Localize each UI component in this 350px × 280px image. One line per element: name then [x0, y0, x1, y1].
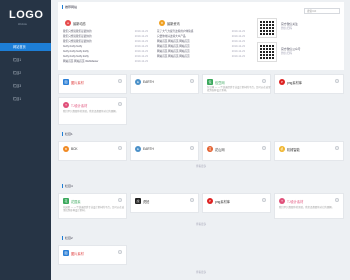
- site-card[interactable]: E EARTH ☆: [130, 141, 199, 161]
- more-link[interactable]: 查看更多: [58, 164, 344, 169]
- news-card-left: ● 最新动态 我们只想说我们是最快的 2019-12-23 我们只想说我们是最快的…: [61, 18, 149, 64]
- favorite-icon[interactable]: ☆: [262, 79, 266, 83]
- site-description: 我们不只想要你的美感，我们还想要你对它的理解。: [63, 110, 118, 113]
- sidebar-item-4[interactable]: 栏目1: [0, 95, 51, 103]
- site-icon: E: [135, 79, 141, 85]
- site-card[interactable]: P png素材库 ☆: [274, 74, 344, 94]
- site-card[interactable]: B BCK ☆: [58, 141, 127, 161]
- section-title: 推荐网站: [62, 5, 77, 9]
- site-name: EARTH: [143, 147, 154, 151]
- favorite-icon[interactable]: ☆: [262, 146, 266, 150]
- section-title: 栏目4: [62, 184, 73, 188]
- section-4: 栏目4 花 花园素 花园素 — 一个快速提供专业设计素材的平台，您可以在这里找到…: [58, 182, 344, 230]
- logo-subtitle: Website: [18, 23, 27, 26]
- site-description: 我们不只想要你的美感，我们还想要你对它的理解。: [279, 206, 334, 209]
- site-name: 图片素材: [71, 81, 84, 85]
- site-name: TJ设计素材: [287, 200, 304, 204]
- qr-sub: 微信扫码: [281, 51, 293, 55]
- favorite-icon[interactable]: ☆: [335, 79, 339, 83]
- favorite-icon[interactable]: ☆: [335, 146, 339, 150]
- more-link[interactable]: 查看更多: [58, 222, 344, 227]
- site-icon: 花: [207, 146, 213, 152]
- search-input[interactable]: 搜索Ctrl: [304, 8, 340, 14]
- site-name: 虎拍: [143, 200, 150, 204]
- site-name: 花园素: [71, 200, 81, 204]
- favorite-icon[interactable]: ☆: [118, 102, 122, 106]
- logo[interactable]: LOGO: [9, 9, 43, 21]
- sidebar: LOGO Website 网站首页 栏目1 栏目2 栏目3 栏目1: [0, 0, 51, 280]
- qr-code: [257, 42, 277, 62]
- section-title: 栏目1: [62, 132, 73, 136]
- list-item[interactable]: 网站首页.网站首页.WebMaster 2019-12-23: [63, 59, 148, 64]
- site-icon: 图: [63, 79, 69, 85]
- site-icon: 包: [207, 79, 213, 85]
- site-icon: P: [207, 198, 213, 204]
- site-icon: T: [63, 102, 69, 108]
- sidebar-item-1[interactable]: 栏目1: [0, 56, 51, 64]
- site-name: png素材库: [287, 81, 302, 85]
- site-name: 花山网: [215, 148, 225, 152]
- site-card[interactable]: E EARTH ☆: [130, 74, 199, 94]
- site-name: BCK: [71, 147, 78, 151]
- news-left-title: 最新动态: [73, 22, 86, 26]
- sidebar-item-2[interactable]: 栏目2: [0, 69, 51, 77]
- site-card[interactable]: 花 花园素 花园素 — 一个快速提供专业设计素材的平台，您可以在这里找到各种设计…: [58, 193, 127, 219]
- site-icon: 图: [63, 250, 69, 256]
- site-icon: 机: [279, 146, 285, 152]
- news-right-title: 最新资讯: [167, 22, 180, 26]
- favorite-icon[interactable]: ☆: [190, 198, 194, 202]
- site-card[interactable]: 图 图片素材 ☆: [58, 74, 127, 94]
- favorite-icon[interactable]: ☆: [118, 79, 122, 83]
- site-icon: T: [279, 198, 285, 204]
- list-item[interactable]: 网站首页,网站首页,网站首页 2019-12-23: [157, 54, 245, 59]
- site-card[interactable]: T TJ设计素材 我们不只想要你的美感，我们还想要你对它的理解。 ☆: [274, 193, 344, 219]
- site-card[interactable]: T TJ设计素材 我们不只想要你的美感，我们还想要你对它的理解。 ☆: [58, 97, 127, 125]
- favorite-icon[interactable]: ☆: [190, 146, 194, 150]
- site-icon: 花: [63, 198, 69, 204]
- sidebar-item-home[interactable]: 网站首页: [0, 43, 51, 51]
- qr-code: [257, 18, 277, 38]
- site-icon: E: [135, 146, 141, 152]
- qr-panel: 官方微信关注 微信扫码 官方微信公众号 微信扫码: [253, 18, 339, 66]
- site-card[interactable]: 包 包豆网 包豆网 — 一个快速提供专业设计素材的平台，您可以在这里找到各种设计…: [202, 74, 271, 94]
- site-icon: P: [279, 79, 285, 85]
- news-card-right: ★ 最新资讯 花了大气力提升这些用户体验感 2019-12-23 只要你用好这些大…: [155, 18, 247, 64]
- favorite-icon[interactable]: ☆: [262, 198, 266, 202]
- favorite-icon[interactable]: ☆: [118, 146, 122, 150]
- site-description: 花园素 — 一个快速提供专业设计素材的平台，您可以在这里找到各种设计素材。: [63, 206, 125, 213]
- sidebar-item-3[interactable]: 栏目3: [0, 82, 51, 90]
- favorite-icon[interactable]: ☆: [190, 79, 194, 83]
- site-description: 包豆网 — 一个快速提供专业设计素材的平台，您可以在这里找到各种设计素材。: [207, 86, 271, 93]
- site-name: 图片素材: [71, 252, 84, 256]
- site-name: 机械智能: [287, 148, 300, 152]
- star-icon: ★: [159, 20, 165, 26]
- favorite-icon[interactable]: ☆: [118, 198, 122, 202]
- fire-icon: ●: [65, 20, 71, 26]
- favorite-icon[interactable]: ☆: [118, 250, 122, 254]
- section-1: 栏目1 B BCK ☆ E EARTH ☆ 花 花山网 ☆ 机 机械智能 ☆ 查…: [58, 130, 344, 174]
- site-card[interactable]: P png素材库 ☆: [202, 193, 271, 213]
- section-2: 栏目2 图 图片素材 ☆ 查看更多: [58, 234, 344, 278]
- site-card[interactable]: 图 图片素材 ☆: [58, 245, 127, 265]
- site-card[interactable]: 机 机械智能 ☆: [274, 141, 344, 161]
- site-icon: B: [63, 146, 69, 152]
- favorite-icon[interactable]: ☆: [335, 198, 339, 202]
- site-card[interactable]: 花 花山网 ☆: [202, 141, 271, 161]
- site-card[interactable]: 虎 虎拍 ☆: [130, 193, 199, 213]
- top-section: 推荐网站 搜索Ctrl ● 最新动态 我们只想说我们是最快的 2019-12-23…: [58, 2, 344, 70]
- more-link[interactable]: 查看更多: [58, 270, 344, 275]
- site-name: png素材库: [215, 200, 230, 204]
- site-icon: 虎: [135, 198, 141, 204]
- qr-sub: 微信扫码: [281, 26, 293, 30]
- site-name: EARTH: [143, 80, 154, 84]
- section-title: 栏目2: [62, 236, 73, 240]
- site-name: TJ设计素材: [71, 104, 88, 108]
- site-name: 包豆网: [215, 81, 225, 85]
